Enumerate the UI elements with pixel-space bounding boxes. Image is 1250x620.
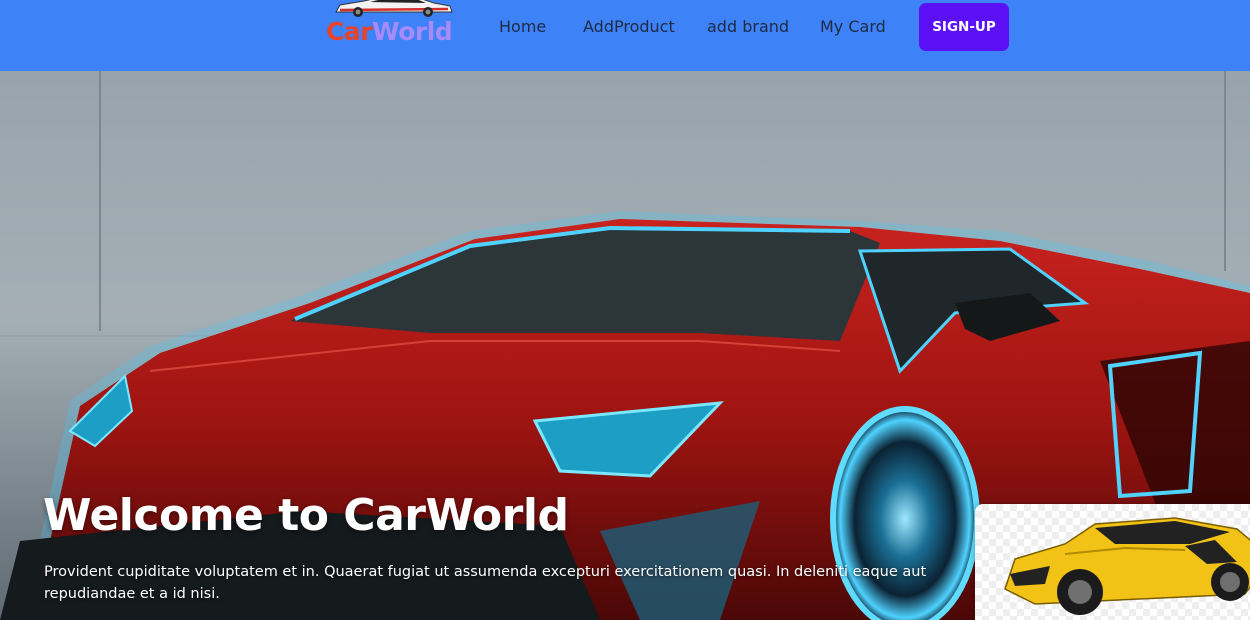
yellow-car-image — [1004, 517, 1250, 615]
hero-banner: Welcome to CarWorld Provident cupiditate… — [0, 71, 1250, 620]
nav-link-add-brand[interactable]: add brand — [707, 17, 789, 37]
brand-name: CarWorld — [326, 17, 453, 46]
hero-description: Provident cupiditate voluptatem et in. Q… — [44, 564, 927, 602]
brand-name-part2: World — [372, 17, 453, 46]
hero-thumbnail[interactable] — [975, 504, 1250, 620]
signup-button[interactable]: SIGN-UP — [919, 3, 1009, 51]
navbar: CarWorld Home AddProduct add brand My Ca… — [0, 0, 1250, 71]
nav-link-addproduct[interactable]: AddProduct — [583, 17, 675, 37]
nav-link-home[interactable]: Home — [499, 17, 546, 37]
car-logo-icon — [335, 0, 453, 17]
hero-title: Welcome to CarWorld — [43, 490, 569, 541]
brand-logo[interactable]: CarWorld — [326, 0, 460, 50]
nav-link-my-card[interactable]: My Card — [820, 17, 886, 37]
brand-name-part1: Car — [326, 17, 373, 46]
